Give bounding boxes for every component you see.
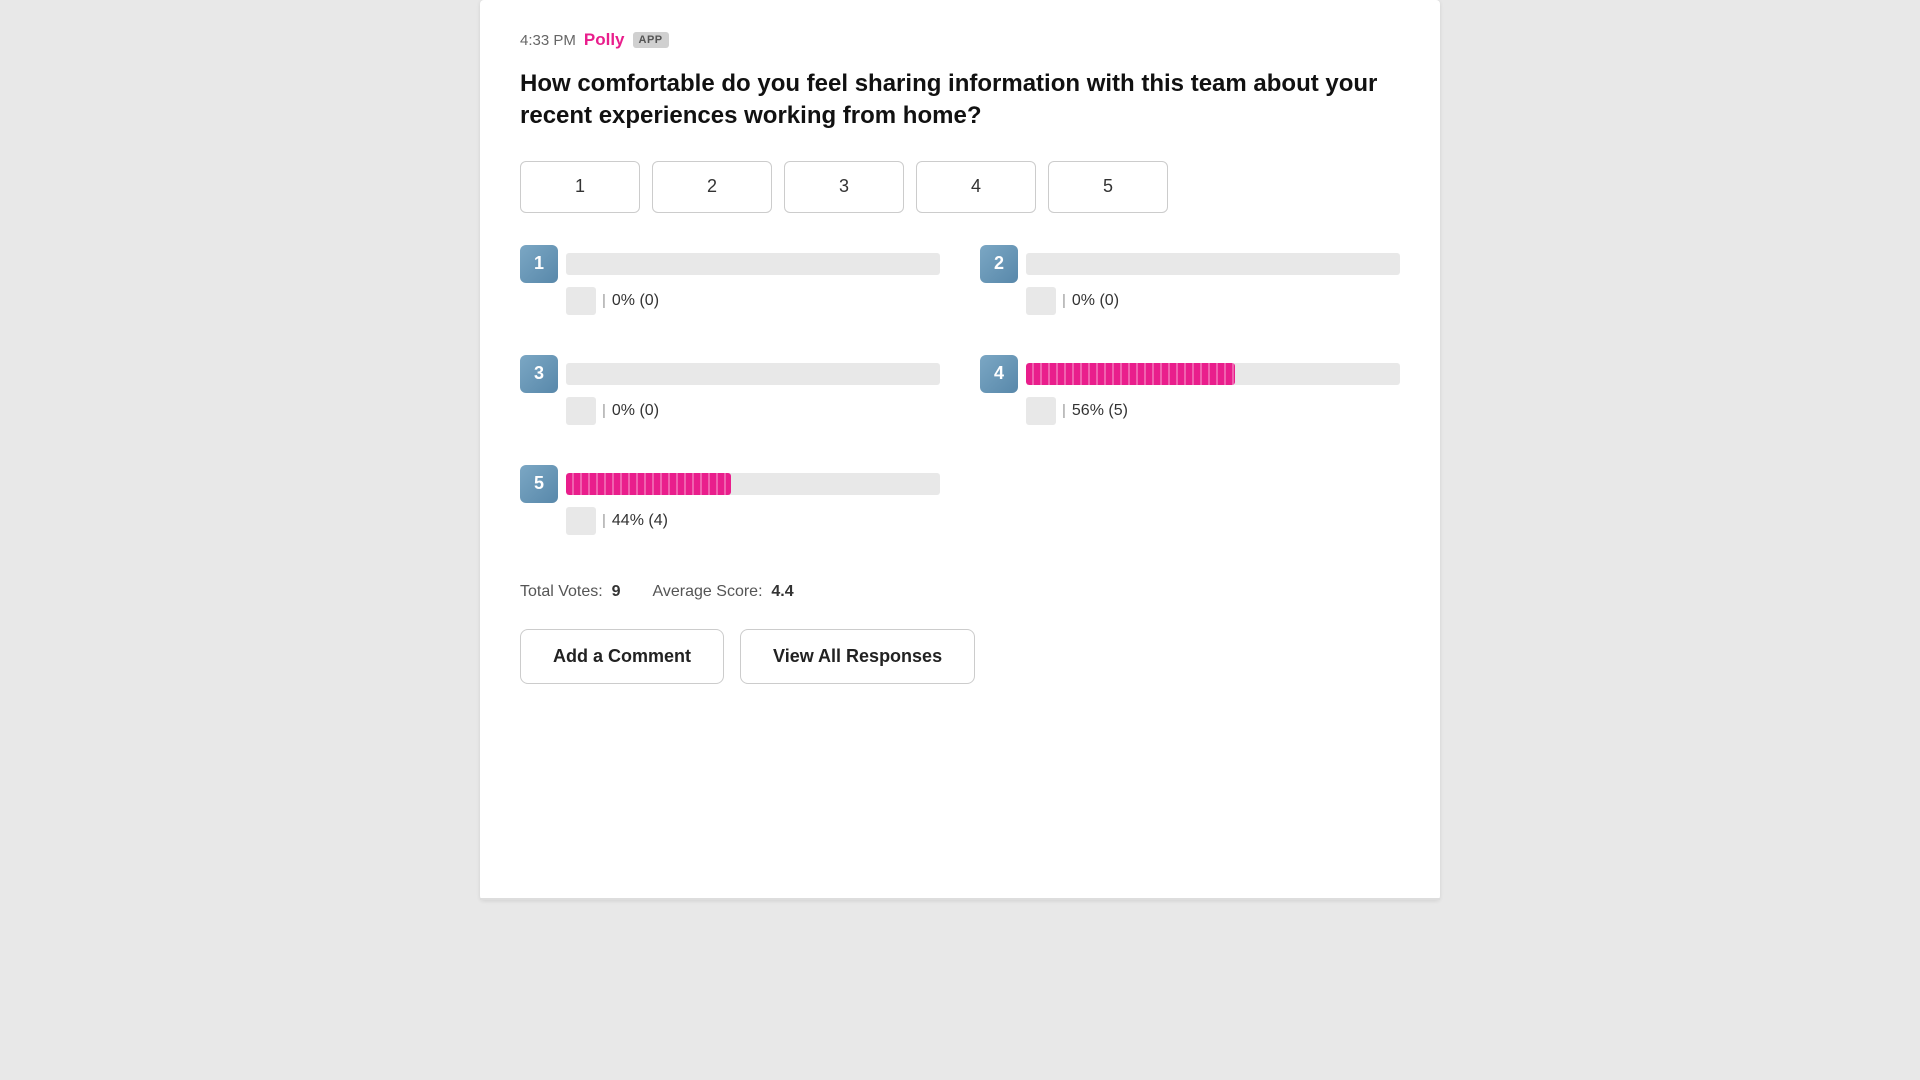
stat-divider-1: | [602, 292, 606, 309]
header-row: 4:33 PM Polly APP [520, 30, 1400, 50]
rating-btn-3[interactable]: 3 [784, 161, 904, 213]
stat-text-5: 44% (4) [612, 512, 668, 530]
result-item-3: 3 | 0% (0) [520, 355, 980, 425]
result-empty-right [980, 465, 1400, 555]
bar-fill-5 [566, 473, 731, 495]
score-value: 4.4 [771, 583, 793, 600]
result-item-4: 4 | 56% (5) [980, 355, 1400, 425]
stat-row-3: | 0% (0) [520, 397, 940, 425]
stat-box-4 [1026, 397, 1056, 425]
app-name: Polly [584, 30, 625, 50]
stat-text-4: 56% (5) [1072, 402, 1128, 420]
bar-row-5: 5 [520, 465, 940, 503]
stat-divider-5: | [602, 512, 606, 529]
rating-btn-1[interactable]: 1 [520, 161, 640, 213]
stat-box-5 [566, 507, 596, 535]
stat-text-3: 0% (0) [612, 402, 659, 420]
rating-btn-5[interactable]: 5 [1048, 161, 1168, 213]
question-text: How comfortable do you feel sharing info… [520, 68, 1400, 133]
results-row-1: 1 | 0% (0) 2 [520, 245, 1400, 335]
action-buttons: Add a Comment View All Responses [520, 629, 1400, 684]
timestamp: 4:33 PM [520, 32, 576, 49]
stat-row-4: | 56% (5) [980, 397, 1400, 425]
results-row-3: 5 | 44% (4) [520, 465, 1400, 555]
bar-row-4: 4 [980, 355, 1400, 393]
bar-track-1 [566, 253, 940, 275]
rating-buttons: 1 2 3 4 5 [520, 161, 1400, 213]
bar-track-2 [1026, 253, 1400, 275]
results-row-2: 3 | 0% (0) 4 [520, 355, 1400, 445]
add-comment-button[interactable]: Add a Comment [520, 629, 724, 684]
totals-row: Total Votes: 9 Average Score: 4.4 [520, 583, 1400, 601]
bar-row-1: 1 [520, 245, 940, 283]
average-score: Average Score: 4.4 [653, 583, 794, 601]
bar-fill-4 [1026, 363, 1235, 385]
app-badge: APP [633, 32, 669, 48]
stat-divider-2: | [1062, 292, 1066, 309]
bar-row-3: 3 [520, 355, 940, 393]
bar-track-5 [566, 473, 940, 495]
stat-box-1 [566, 287, 596, 315]
label-badge-2: 2 [980, 245, 1018, 283]
bar-track-4 [1026, 363, 1400, 385]
view-responses-button[interactable]: View All Responses [740, 629, 975, 684]
stat-divider-3: | [602, 402, 606, 419]
stat-text-1: 0% (0) [612, 292, 659, 310]
votes-label: Total Votes: [520, 583, 603, 600]
stat-row-1: | 0% (0) [520, 287, 940, 315]
results-container: 1 | 0% (0) 2 [520, 245, 1400, 555]
stat-row-2: | 0% (0) [980, 287, 1400, 315]
label-badge-4: 4 [980, 355, 1018, 393]
bar-row-2: 2 [980, 245, 1400, 283]
stat-divider-4: | [1062, 402, 1066, 419]
stat-row-5: | 44% (4) [520, 507, 940, 535]
result-item-1: 1 | 0% (0) [520, 245, 980, 315]
votes-value: 9 [612, 583, 621, 600]
rating-btn-2[interactable]: 2 [652, 161, 772, 213]
result-item-5: 5 | 44% (4) [520, 465, 980, 535]
stat-box-2 [1026, 287, 1056, 315]
stat-text-2: 0% (0) [1072, 292, 1119, 310]
page-wrapper: 4:33 PM Polly APP How comfortable do you… [0, 0, 1920, 1080]
bottom-divider [480, 898, 1440, 900]
rating-btn-4[interactable]: 4 [916, 161, 1036, 213]
label-badge-1: 1 [520, 245, 558, 283]
poll-card: 4:33 PM Polly APP How comfortable do you… [480, 0, 1440, 900]
bar-track-3 [566, 363, 940, 385]
label-badge-3: 3 [520, 355, 558, 393]
total-votes: Total Votes: 9 [520, 583, 621, 601]
label-badge-5: 5 [520, 465, 558, 503]
stat-box-3 [566, 397, 596, 425]
result-item-2: 2 | 0% (0) [980, 245, 1400, 315]
score-label: Average Score: [653, 583, 763, 600]
